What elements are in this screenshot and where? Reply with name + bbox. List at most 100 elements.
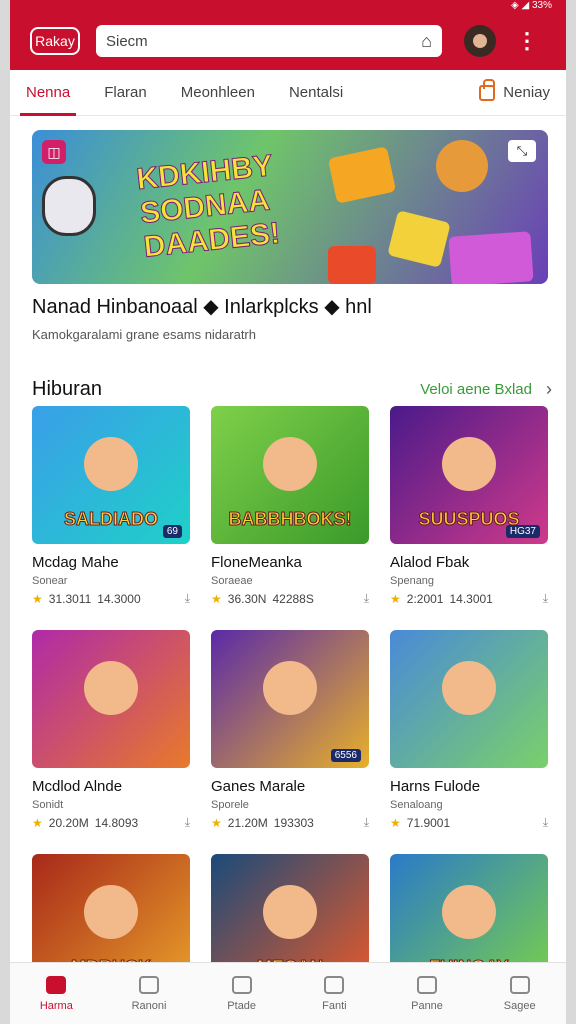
game-category: Spenang [390,575,435,587]
nav-item-2[interactable]: Ptade [195,963,288,1024]
game-rating: 71.9001 [406,815,451,830]
download-icon[interactable]: ⤓ [364,815,369,830]
character-face-image [442,884,496,939]
game-name[interactable]: Mcdlod Alnde [32,778,190,795]
game-row: SALDIADO 69 Mcdag Mahe Sonear ★ 31.3011 … [32,406,548,606]
game-name[interactable]: FloneMeanka [211,554,369,571]
character-face-image [84,884,138,939]
game-thumbnail[interactable] [390,630,548,768]
game-meta: ★ 71.9001 ⤓ [390,815,548,830]
game-card[interactable]: SALDIADO 69 Mcdag Mahe Sonear ★ 31.3011 … [32,406,190,606]
tab-1[interactable]: Flaran [104,70,147,116]
brand-logo-button[interactable]: Rakay [30,27,80,55]
game-downloads: 14.3000 [97,591,141,606]
game-category: Senaloang [390,799,443,811]
avatar[interactable] [464,25,496,57]
star-icon: ★ [390,591,401,606]
lock-icon [479,78,496,101]
section-header: Hiburan Veloi aene Bxlad › [10,378,566,401]
nav-label: Fanti [322,999,347,1012]
nav-item-5[interactable]: Sagee [473,963,566,1024]
star-icon: ★ [32,815,43,830]
home-icon [46,975,67,994]
star-icon: ★ [211,815,222,830]
nav-item-0[interactable]: Harma [10,963,103,1024]
download-icon[interactable]: ⤓ [543,591,548,606]
game-meta: ★ 36.30N 42288S ⤓ [211,591,369,606]
profile-icon [509,975,530,994]
star-icon: ★ [390,815,401,830]
game-card[interactable]: Mcdlod Alnde Sonidt ★ 20.20M 14.8093 ⤓ [32,630,190,830]
home-search-icon[interactable]: ⌂ [421,31,432,52]
divider [10,358,566,368]
thumbnail-badge: 6556 [330,749,361,762]
category-tabs: Nenna Flaran Meonhleen Nentalsi Neniay [10,70,566,116]
tab-0[interactable]: Nenna [19,70,77,116]
top-app-bar: Rakay ⌂ ⋮ [10,12,566,70]
featured-banner[interactable]: ◫ ⤡ KDKIHBY SODNAA DAADES! [32,130,548,284]
game-name[interactable]: Ganes Marale [211,778,369,795]
game-meta: ★ 21.20M 193303 ⤓ [211,815,369,830]
search-bar[interactable]: ⌂ [96,25,442,57]
more-options-icon[interactable]: ⋮ [516,30,538,52]
nav-label: Ptade [227,999,257,1012]
star-icon: ★ [32,591,43,606]
game-card[interactable]: SUUSPUOS HG37 Alalod Fbak Spenang ★ 2:20… [390,406,548,606]
game-thumbnail[interactable]: SUUSPUOS HG37 [390,406,548,544]
thumbnail-badge: HG37 [505,525,540,538]
see-all-link[interactable]: Veloi aene Bxlad [420,381,532,398]
game-name[interactable]: Mcdag Mahe [32,554,190,571]
nav-label: Panne [411,999,443,1012]
download-icon[interactable]: ⤓ [543,815,548,830]
game-downloads: 193303 [273,815,314,830]
bottom-navigation: Harma Ranoni Ptade Fanti Panne Sagee [10,962,566,1024]
robot-character-image [42,176,96,236]
expand-icon[interactable]: ⤡ [508,140,536,162]
nav-item-4[interactable]: Panne [381,963,474,1024]
dice-decoration [448,231,534,284]
game-meta: ★ 31.3011 14.3000 ⤓ [32,591,190,606]
game-category: Sonidt [32,799,64,811]
dice-decoration [387,210,451,268]
game-thumbnail[interactable]: SALDIADO 69 [32,406,190,544]
game-meta: ★ 2:2001 14.3001 ⤓ [390,591,548,606]
game-card[interactable]: BABBHBOKS! FloneMeanka Soraeae ★ 36.30N … [211,406,369,606]
download-icon[interactable]: ⤓ [364,591,369,606]
nav-label: Sagee [503,999,536,1012]
app-badge-icon: ◫ [42,140,66,164]
app-screen: ◈ ◢ 33% Rakay ⌂ ⋮ Nenna Flaran Meonhleen… [10,0,566,1024]
nav-label: Harma [39,999,73,1012]
game-rating: 31.3011 [48,591,92,606]
game-category: Sporele [211,799,249,811]
featured-title[interactable]: Nanad Hinbanoaal ◆ Inlarkplcks ◆ hnl [32,294,566,319]
download-icon[interactable]: ⤓ [185,815,190,830]
store-icon [139,975,159,994]
character-face-image [263,660,317,715]
game-downloads: 14.3001 [449,591,493,606]
game-card[interactable]: Harns Fulode Senaloang ★ 71.9001 ⤓ [390,630,548,830]
tab-3[interactable]: Nentalsi [289,70,343,116]
game-thumbnail[interactable] [32,630,190,768]
search-input[interactable] [106,32,422,50]
game-thumbnail[interactable]: 6556 [211,630,369,768]
nav-item-1[interactable]: Ranoni [103,963,196,1024]
character-face-image [263,436,317,491]
inbox-icon [417,975,438,994]
game-card[interactable]: 6556 Ganes Marale Sporele ★ 21.20M 19330… [211,630,369,830]
featured-subtitle: Kamokgaralami grane esams nidaratrh [32,327,256,342]
game-name[interactable]: Harns Fulode [390,778,548,795]
nav-item-3[interactable]: Fanti [288,963,381,1024]
game-thumbnail[interactable]: BABBHBOKS! [211,406,369,544]
nav-label: Ranoni [131,999,167,1012]
character-face-image [442,660,496,715]
character-face-image [442,436,496,491]
game-category: Soraeae [211,575,253,587]
chevron-right-icon[interactable]: › [546,379,552,400]
tab-locked[interactable]: Neniay [479,78,550,101]
game-rating: 36.30N [227,591,267,606]
game-downloads: 14.8093 [94,815,139,830]
game-name[interactable]: Alalod Fbak [390,554,548,571]
tab-2[interactable]: Meonhleen [181,70,255,116]
download-icon[interactable]: ⤓ [185,591,190,606]
hero-character-image [436,140,488,192]
